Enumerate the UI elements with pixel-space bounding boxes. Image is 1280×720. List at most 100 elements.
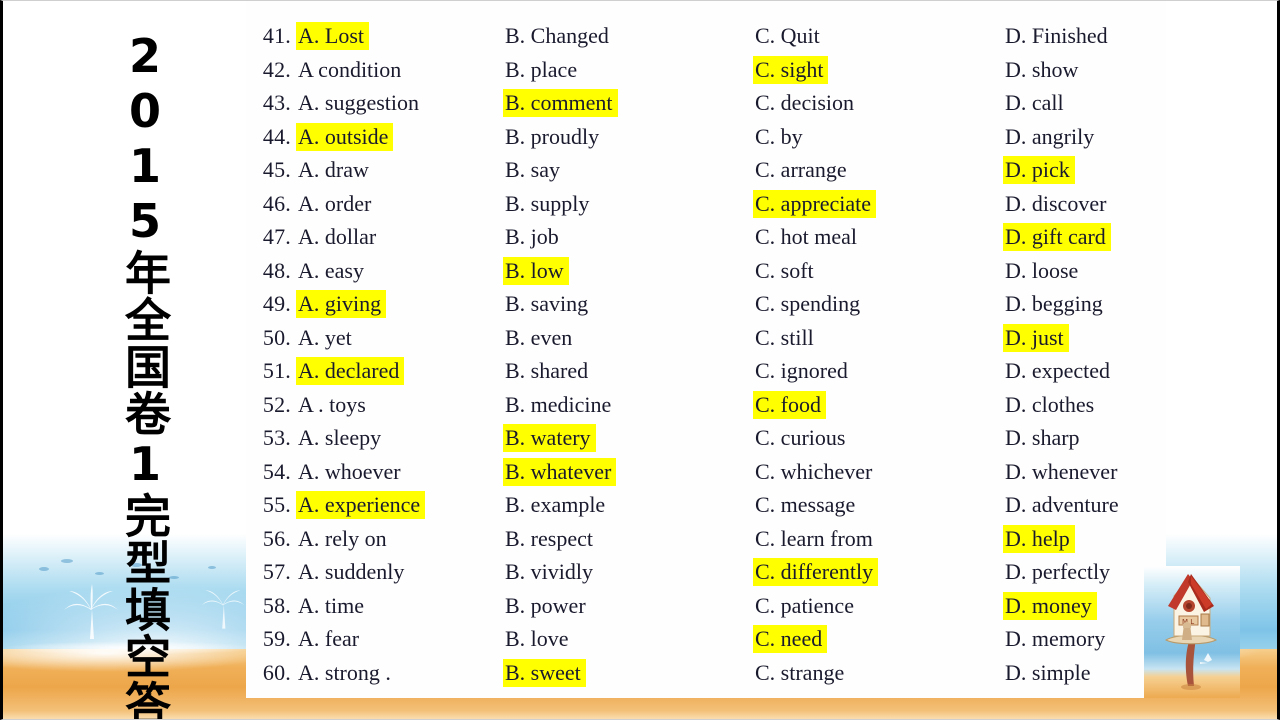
option-b[interactable]: B. example — [503, 492, 607, 518]
option-b[interactable]: B. even — [503, 325, 574, 351]
option-c[interactable]: C. decision — [753, 90, 856, 116]
option-c[interactable]: C. message — [753, 492, 857, 518]
option-c[interactable]: C. arrange — [753, 157, 849, 183]
option-a[interactable]: A. dollar — [296, 224, 378, 250]
option-a[interactable]: A. giving — [296, 290, 387, 318]
option-d[interactable]: D. expected — [1003, 358, 1112, 384]
option-label: B. saving — [505, 291, 589, 316]
option-c[interactable]: C. differently — [753, 558, 879, 586]
option-d[interactable]: D. memory — [1003, 626, 1107, 652]
option-b[interactable]: B. supply — [503, 191, 591, 217]
option-a[interactable]: A. outside — [296, 122, 394, 151]
question-number: 45. — [262, 157, 291, 182]
option-a[interactable]: A . toys — [296, 392, 368, 418]
slide-canvas: 2015年全国卷1完型填空答案 41. A. Lost B. Changed C. Q… — [0, 0, 1280, 720]
option-label: C. Quit — [755, 23, 820, 48]
option-d[interactable]: D. perfectly — [1003, 559, 1112, 585]
option-d[interactable]: D. gift card — [1003, 223, 1111, 251]
option-d[interactable]: D. help — [1003, 524, 1075, 553]
option-d[interactable]: D. adventure — [1003, 492, 1121, 518]
option-b[interactable]: B. Changed — [503, 23, 611, 49]
highlighted-answer: A. declared — [296, 357, 405, 385]
question-number: 60. — [262, 659, 291, 685]
option-a[interactable]: A. order — [296, 191, 373, 217]
option-a[interactable]: A. strong . — [296, 660, 393, 686]
option-d[interactable]: D. clothes — [1003, 392, 1096, 418]
option-label: D. loose — [1005, 257, 1079, 283]
option-c[interactable]: C. appreciate — [753, 189, 877, 218]
option-b[interactable]: B. shared — [503, 358, 590, 384]
option-c[interactable]: C. ignored — [753, 358, 850, 384]
option-a[interactable]: A. Lost — [296, 22, 369, 50]
option-d[interactable]: D. simple — [1003, 660, 1093, 686]
option-b[interactable]: B. love — [503, 626, 571, 652]
highlighted-answer: D. help — [1003, 524, 1075, 553]
option-c[interactable]: C. strange — [753, 660, 846, 686]
option-a[interactable]: A condition — [296, 57, 403, 83]
option-c[interactable]: C. spending — [753, 291, 862, 317]
answer-row: 56. A. rely on B. respect C. learn from D. h… — [246, 524, 1166, 560]
option-a[interactable]: A. fear — [296, 626, 361, 652]
option-d[interactable]: D. show — [1003, 57, 1080, 83]
option-b[interactable]: B. saving — [503, 291, 590, 317]
option-label: D. Finished — [1005, 23, 1108, 48]
option-c[interactable]: C. whichever — [753, 459, 874, 485]
option-b[interactable]: B. medicine — [503, 392, 613, 418]
option-c[interactable]: C. learn from — [753, 526, 875, 552]
option-b[interactable]: B. comment — [503, 89, 618, 117]
option-a[interactable]: A. experience — [296, 491, 426, 519]
option-c[interactable]: C. sight — [753, 55, 829, 84]
option-c[interactable]: C. Quit — [753, 23, 822, 49]
option-b[interactable]: B. sweet — [503, 658, 586, 687]
option-b[interactable]: B. power — [503, 593, 588, 619]
option-label: A. suddenly — [298, 559, 405, 584]
option-c[interactable]: C. hot meal — [753, 224, 859, 250]
option-c[interactable]: C. soft — [753, 258, 816, 284]
option-a[interactable]: A. easy — [296, 258, 366, 284]
option-a[interactable]: A. draw — [296, 157, 371, 183]
option-b[interactable]: B. respect — [503, 526, 595, 552]
option-d[interactable]: D. pick — [1003, 156, 1075, 184]
option-label: B. love — [505, 626, 569, 651]
option-c[interactable]: C. food — [753, 390, 826, 419]
option-b[interactable]: B. proudly — [503, 124, 601, 150]
option-b[interactable]: B. job — [503, 224, 561, 250]
option-b[interactable]: B. watery — [503, 424, 596, 452]
option-c[interactable]: C. curious — [753, 425, 847, 451]
option-label: A. strong . — [298, 659, 391, 685]
option-d[interactable]: D. begging — [1003, 291, 1105, 317]
option-a[interactable]: A. time — [296, 593, 366, 619]
option-b[interactable]: B. place — [503, 57, 579, 83]
option-d[interactable]: D. call — [1003, 90, 1066, 116]
option-d[interactable]: D. whenever — [1003, 459, 1119, 485]
page-title: 2015年全国卷1完型填空答案 — [118, 29, 172, 720]
option-d[interactable]: D. sharp — [1003, 425, 1082, 451]
answer-row: 57. A. suddenly B. vividly C. differently D.… — [246, 558, 1166, 593]
option-b[interactable]: B. vividly — [503, 559, 595, 585]
option-d[interactable]: D. discover — [1003, 191, 1108, 217]
option-c[interactable]: C. by — [753, 124, 805, 150]
option-d[interactable]: D. just — [1003, 323, 1069, 352]
option-a[interactable]: A. declared — [296, 357, 405, 385]
option-a[interactable]: A. yet — [296, 325, 354, 351]
option-label: D. adventure — [1005, 492, 1119, 517]
option-d[interactable]: D. Finished — [1003, 23, 1110, 49]
option-a[interactable]: A. sleepy — [296, 425, 383, 451]
option-b[interactable]: B. whatever — [503, 457, 617, 486]
option-a[interactable]: A. suggestion — [296, 90, 421, 116]
highlighted-answer: C. sight — [753, 55, 829, 84]
option-a[interactable]: A. rely on — [296, 526, 389, 552]
option-d[interactable]: D. angrily — [1003, 124, 1096, 150]
answer-row: 47. A. dollar B. job C. hot meal D. gift car… — [246, 223, 1166, 258]
option-b[interactable]: B. say — [503, 157, 562, 183]
option-label: D. expected — [1005, 358, 1111, 383]
option-a[interactable]: A. suddenly — [296, 559, 406, 585]
question-number: 53. — [262, 425, 291, 450]
option-b[interactable]: B. low — [503, 256, 569, 285]
option-c[interactable]: C. still — [753, 325, 816, 351]
option-d[interactable]: D. loose — [1003, 258, 1080, 284]
option-c[interactable]: C. need — [753, 625, 828, 653]
option-d[interactable]: D. money — [1003, 591, 1097, 620]
option-c[interactable]: C. patience — [753, 593, 856, 619]
option-a[interactable]: A. whoever — [296, 459, 403, 485]
